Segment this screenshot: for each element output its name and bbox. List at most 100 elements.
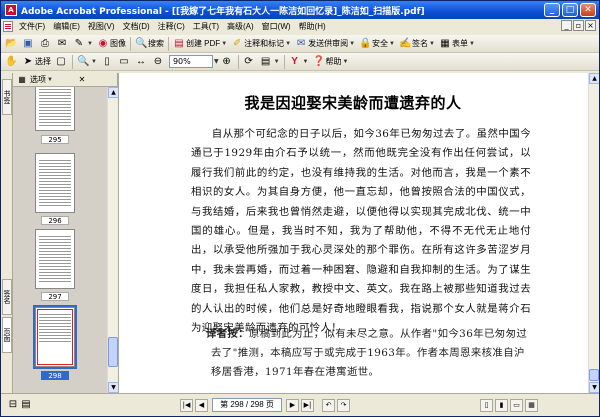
toolbar-main: 📂 ▣ ⎙ ✉ ✎ ▼ ◉ 图像 🔍 搜索 ▤ 创建 PDF ▼ ✐ 注释和标记 ▼ ✉ 发送供…: [1, 35, 599, 53]
cursor-icon: ➤: [23, 55, 33, 67]
help-button[interactable]: ❓ 帮助 ▼: [310, 54, 350, 70]
rotate-icon: ⟳: [244, 55, 253, 67]
close-button[interactable]: ✕: [580, 3, 596, 17]
snapshot-button[interactable]: ▢: [53, 54, 70, 70]
zoom-icon: 🔍: [77, 55, 90, 67]
doc-scroll-up-arrow[interactable]: ▲: [589, 73, 599, 84]
continuous-facing-button[interactable]: ▦: [525, 398, 538, 412]
open-icon: 📂: [5, 37, 18, 49]
zoom-field[interactable]: 90%: [168, 55, 213, 68]
thumbnail-page-current[interactable]: [33, 305, 77, 369]
pen-icon: ✎: [74, 37, 84, 49]
next-page-button[interactable]: ▶: [286, 398, 299, 412]
tab-signatures[interactable]: 签名: [2, 279, 12, 315]
doc-scroll-thumb[interactable]: [589, 369, 599, 381]
search-button[interactable]: 🔍 搜索: [133, 36, 166, 52]
thumbnail-list: 295 296 297 298: [13, 87, 107, 393]
toolbar-secondary: ✋ ➤ 选择 ▢ 🔍 ▼ ▯ ▭ ↔ ⊖ 90% ▼ ⊕ ⟳ ▤ ▼ Y ▼ ❓ 帮助 ▼: [1, 53, 599, 71]
actual-size-button[interactable]: ▯: [99, 54, 116, 70]
menu-window[interactable]: 窗口(W): [258, 21, 295, 32]
note-text: 原稿到此为止，似有未尽之意。从作者"如今36年已匆匆过去了"推测，本稿应写于或完…: [211, 328, 528, 378]
zoom-tool-button[interactable]: 🔍 ▼: [75, 54, 99, 70]
pdf-page: 我是因迎娶宋美龄而遭遗弃的人 自从那个可纪念的日子以后，如今36年已匆匆过去了。…: [125, 73, 581, 393]
acrobat-button[interactable]: Y ▼: [287, 54, 311, 70]
doc-minimize-button[interactable]: _: [561, 20, 572, 31]
secure-label: 安全: [372, 39, 389, 48]
menu-edit[interactable]: 编辑(E): [49, 21, 84, 32]
document-scrollbar[interactable]: ▲ ▼: [588, 73, 599, 393]
menu-tools[interactable]: 工具(T): [189, 21, 223, 32]
acrobat-icon: Y: [291, 55, 298, 67]
zoom-in-button[interactable]: ⊕: [219, 54, 236, 70]
continuous-button[interactable]: ▮: [495, 398, 508, 412]
image-button[interactable]: ◉ 图像: [95, 36, 128, 52]
fit-width-button[interactable]: ↔: [133, 54, 150, 70]
send-review-button[interactable]: ✉ 发送供审阅 ▼: [293, 36, 357, 52]
thumbnail-page[interactable]: [35, 87, 75, 131]
note-label: 译者按：: [205, 328, 249, 340]
menu-view[interactable]: 视图(V): [84, 21, 119, 32]
forms-button[interactable]: ▦ 表单 ▼: [437, 36, 477, 52]
close-panel-icon[interactable]: ✕: [77, 75, 87, 85]
zoom-in-icon: ⊕: [222, 55, 231, 67]
menu-file[interactable]: 文件(F): [15, 21, 49, 32]
scroll-thumb[interactable]: [108, 337, 118, 367]
toolbar-separator: [283, 54, 285, 69]
pages-panel: ▦ 选项 ▼ ✕ 295 296 297 298 ▲ ▼: [13, 72, 119, 393]
rotate-button[interactable]: ⟳: [241, 54, 258, 70]
email-button[interactable]: ✉: [54, 36, 71, 52]
sign-icon: ✍: [399, 37, 412, 49]
sign-button[interactable]: ✍ 签名 ▼: [397, 36, 437, 52]
camera-icon: ▢: [56, 55, 66, 67]
maximize-button[interactable]: □: [562, 3, 578, 17]
hand-tool-button[interactable]: ✋: [3, 54, 20, 70]
thumbnail-label: 296: [41, 216, 69, 225]
comment-icon: ✐: [232, 37, 242, 49]
thumbnail-page[interactable]: [35, 153, 75, 213]
fit-width-icon: ↔: [135, 55, 146, 67]
document-window-controls: _ ▫ ×: [561, 20, 596, 31]
single-page-button[interactable]: ▯: [480, 398, 493, 412]
page-layout-button[interactable]: ▤ ▼: [258, 54, 282, 70]
zoom-out-button[interactable]: ⊖: [150, 54, 167, 70]
hand-status-icon[interactable]: ⊟: [7, 399, 19, 411]
doc-restore-button[interactable]: ▫: [573, 20, 584, 31]
page-number-field[interactable]: 第 298 / 298 页: [212, 398, 282, 412]
select-tool-button[interactable]: ➤ 选择: [20, 54, 53, 70]
document-status-icon[interactable]: ▤: [20, 399, 32, 411]
create-pdf-button[interactable]: ▤ 创建 PDF ▼: [171, 36, 229, 52]
doc-close-button[interactable]: ×: [585, 20, 596, 31]
go-back-button[interactable]: ↶: [322, 398, 335, 412]
previous-page-button[interactable]: ◀: [195, 398, 208, 412]
menu-help[interactable]: 帮助(H): [295, 21, 330, 32]
thumbnail-page[interactable]: [35, 229, 75, 289]
go-forward-button[interactable]: ↷: [337, 398, 350, 412]
options-button[interactable]: 选项 ▼: [28, 72, 55, 88]
document-icon[interactable]: [3, 21, 13, 32]
menu-document[interactable]: 文档(D): [119, 21, 154, 32]
save-button[interactable]: ▣: [20, 36, 37, 52]
send-review-icon: ✉: [296, 37, 306, 49]
secure-button[interactable]: 🔒 安全 ▼: [357, 36, 397, 52]
comment-markup-button[interactable]: ✐ 注释和标记 ▼: [229, 36, 293, 52]
menu-comments[interactable]: 注释(C): [154, 21, 189, 32]
menu-advanced[interactable]: 高级(A): [223, 21, 258, 32]
first-page-button[interactable]: |◀: [180, 398, 193, 412]
tab-pages[interactable]: 页面: [2, 317, 12, 353]
print-icon: ⎙: [41, 37, 49, 49]
minimize-button[interactable]: _: [544, 3, 560, 17]
toolbar-separator: [167, 36, 169, 51]
last-page-button[interactable]: ▶|: [301, 398, 314, 412]
open-button[interactable]: 📂: [3, 36, 20, 52]
pen-button[interactable]: ✎ ▼: [71, 36, 95, 52]
window-title: Adobe Acrobat Professional - [[我嫁了七年我有石大…: [21, 6, 425, 17]
hand-icon: ✋: [5, 55, 18, 67]
forms-label: 表单: [451, 39, 468, 48]
doc-scroll-down-arrow[interactable]: ▼: [589, 382, 599, 393]
thumbnail-scrollbar[interactable]: ▲ ▼: [107, 87, 119, 393]
fit-page-button[interactable]: ▭: [116, 54, 133, 70]
view-region-box[interactable]: [37, 309, 73, 365]
facing-button[interactable]: ▭: [510, 398, 523, 412]
tab-bookmarks[interactable]: 书签: [2, 79, 12, 115]
print-button[interactable]: ⎙: [37, 36, 54, 52]
